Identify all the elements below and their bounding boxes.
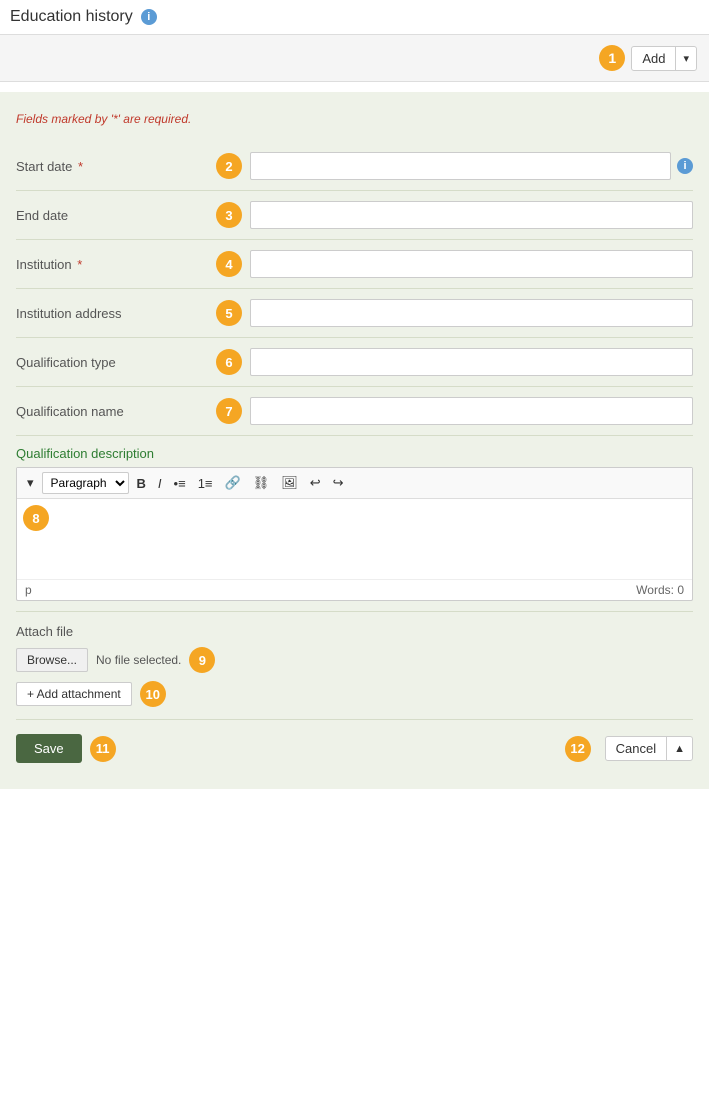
end-date-row: End date 3 xyxy=(16,191,693,240)
editor-body[interactable]: 8 xyxy=(17,499,692,579)
undo-button[interactable]: ↩ xyxy=(306,473,325,493)
cancel-button-arrow: ▲ xyxy=(667,739,692,759)
image-button[interactable]: 🖼 xyxy=(277,473,302,493)
qualification-type-row: Qualification type 6 xyxy=(16,338,693,387)
editor-footer: p Words: 0 xyxy=(17,579,692,600)
editor-toolbar: ▾ Paragraph B I •≡ 1≡ 🔗 ⛓ 🖼 ↩ ↪ xyxy=(17,468,692,499)
add-attachment-row: + Add attachment 10 xyxy=(16,681,693,707)
institution-row: Institution * 4 xyxy=(16,240,693,289)
end-date-input[interactable] xyxy=(250,201,693,229)
link-button[interactable]: 🔗 xyxy=(221,473,245,493)
start-date-field-wrapper: 2 i xyxy=(216,152,693,180)
start-date-row: Start date * 2 i xyxy=(16,142,693,191)
institution-label: Institution * xyxy=(16,257,216,272)
institution-address-input[interactable] xyxy=(250,299,693,327)
qualification-name-label: Qualification name xyxy=(16,404,216,419)
step-badge-1: 1 xyxy=(599,45,625,71)
step-badge-11: 11 xyxy=(90,736,116,762)
unlink-button[interactable]: ⛓ xyxy=(249,473,274,493)
start-date-label: Start date * xyxy=(16,159,216,174)
cancel-button-label: Cancel xyxy=(606,737,667,760)
file-status: No file selected. xyxy=(96,653,181,667)
add-button-arrow: ▾ xyxy=(676,48,696,69)
cancel-row: 12 Cancel ▲ xyxy=(565,736,693,762)
step-badge-5: 5 xyxy=(216,300,242,326)
attach-file-label: Attach file xyxy=(16,624,693,639)
paragraph-select[interactable]: Paragraph xyxy=(42,472,129,494)
qualification-type-field-wrapper: 6 xyxy=(216,348,693,376)
step-badge-2: 2 xyxy=(216,153,242,179)
page-header: Education history i xyxy=(0,0,709,35)
add-button[interactable]: Add ▾ xyxy=(631,46,697,71)
save-button[interactable]: Save xyxy=(16,734,82,763)
qualification-name-input[interactable] xyxy=(250,397,693,425)
qualification-description-label: Qualification description xyxy=(16,446,693,461)
end-date-field-wrapper: 3 xyxy=(216,201,693,229)
editor-paragraph-tag: p xyxy=(25,583,32,597)
ordered-list-button[interactable]: 1≡ xyxy=(194,474,217,493)
save-row: Save 11 xyxy=(16,734,124,763)
page-title: Education history xyxy=(10,8,133,26)
cancel-button[interactable]: Cancel ▲ xyxy=(605,736,693,761)
add-attachment-button[interactable]: + Add attachment xyxy=(16,682,132,706)
toolbar-dropdown-arrow[interactable]: ▾ xyxy=(23,473,38,493)
qualification-description-section: Qualification description ▾ Paragraph B … xyxy=(16,436,693,612)
browse-button[interactable]: Browse... xyxy=(16,648,88,672)
end-date-label: End date xyxy=(16,208,216,223)
qualification-type-input[interactable] xyxy=(250,348,693,376)
required-note: Fields marked by '*' are required. xyxy=(16,112,693,126)
step-badge-12: 12 xyxy=(565,736,591,762)
start-date-info-icon[interactable]: i xyxy=(677,158,693,174)
bold-button[interactable]: B xyxy=(133,474,150,493)
institution-address-field-wrapper: 5 xyxy=(216,299,693,327)
step-badge-4: 4 xyxy=(216,251,242,277)
italic-button[interactable]: I xyxy=(154,474,166,493)
redo-button[interactable]: ↪ xyxy=(329,473,348,493)
step-badge-9: 9 xyxy=(189,647,215,673)
toolbar: 1 Add ▾ xyxy=(0,35,709,82)
step-badge-8: 8 xyxy=(23,505,49,531)
step-badge-3: 3 xyxy=(216,202,242,228)
qualification-name-row: Qualification name 7 xyxy=(16,387,693,436)
word-count: Words: 0 xyxy=(636,583,684,597)
institution-field-wrapper: 4 xyxy=(216,250,693,278)
step-badge-6: 6 xyxy=(216,349,242,375)
qualification-name-field-wrapper: 7 xyxy=(216,397,693,425)
institution-address-label: Institution address xyxy=(16,306,216,321)
form-container: Fields marked by '*' are required. Start… xyxy=(0,92,709,789)
attach-file-row: Browse... No file selected. 9 xyxy=(16,647,693,673)
unordered-list-button[interactable]: •≡ xyxy=(170,474,190,493)
info-icon[interactable]: i xyxy=(141,9,157,25)
qualification-type-label: Qualification type xyxy=(16,355,216,370)
step-badge-10: 10 xyxy=(140,681,166,707)
institution-input[interactable] xyxy=(250,250,693,278)
rich-text-editor[interactable]: ▾ Paragraph B I •≡ 1≡ 🔗 ⛓ 🖼 ↩ ↪ 8 p xyxy=(16,467,693,601)
start-date-input[interactable] xyxy=(250,152,671,180)
institution-address-row: Institution address 5 xyxy=(16,289,693,338)
action-section: Save 11 12 Cancel ▲ xyxy=(16,720,693,769)
add-button-label: Add xyxy=(632,47,676,70)
attach-file-section: Attach file Browse... No file selected. … xyxy=(16,612,693,720)
step-badge-7: 7 xyxy=(216,398,242,424)
